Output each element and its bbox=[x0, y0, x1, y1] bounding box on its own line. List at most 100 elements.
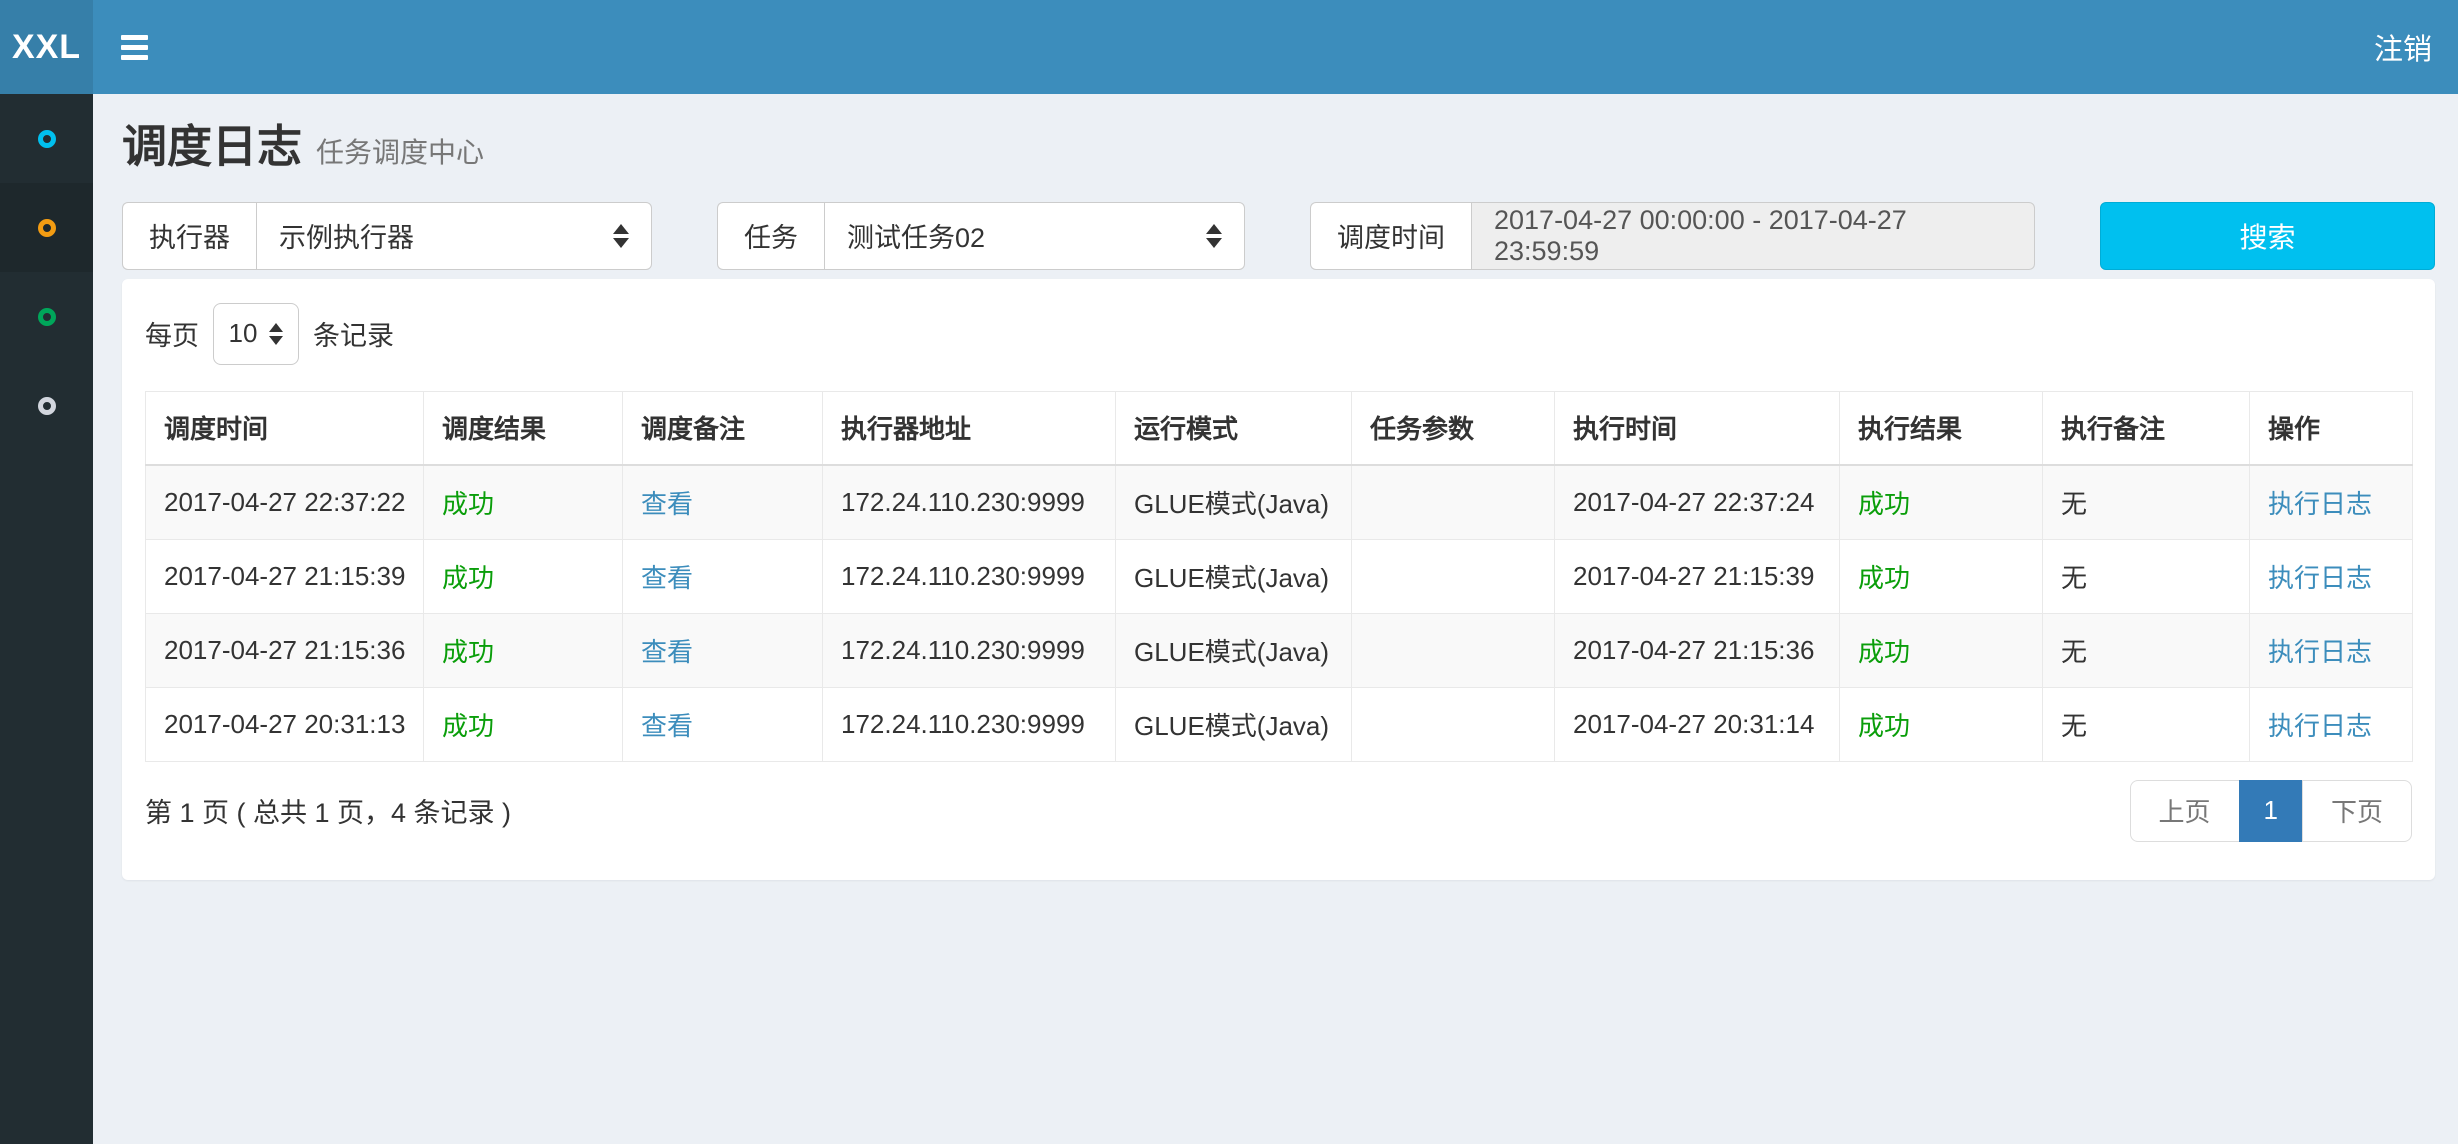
page-size-row: 每页 10 条记录 bbox=[145, 303, 2412, 365]
app-logo-text: XXL bbox=[12, 28, 81, 67]
cell-job-param bbox=[1352, 687, 1555, 761]
cell-handle-result: 成功 bbox=[1840, 687, 2043, 761]
sidebar-item-2-active[interactable] bbox=[0, 183, 93, 272]
col-handle-time: 执行时间 bbox=[1555, 391, 1840, 465]
cell-handle-result: 成功 bbox=[1840, 539, 2043, 613]
app-logo[interactable]: XXL bbox=[0, 0, 93, 94]
page-size-suffix: 条记录 bbox=[313, 314, 394, 353]
col-handle-msg: 执行备注 bbox=[2043, 391, 2250, 465]
log-list-panel: 每页 10 条记录 调度时间 调度结果 调度备注 执行器地址 运行模式 任务参数 bbox=[122, 279, 2435, 880]
col-trigger-result: 调度结果 bbox=[424, 391, 623, 465]
table-header-row: 调度时间 调度结果 调度备注 执行器地址 运行模式 任务参数 执行时间 执行结果… bbox=[146, 391, 2413, 465]
page-size-select[interactable]: 10 bbox=[213, 303, 299, 365]
cell-handle-time: 2017-04-27 21:15:39 bbox=[1555, 539, 1840, 613]
search-button[interactable]: 搜索 bbox=[2100, 202, 2435, 270]
cell-job-param bbox=[1352, 465, 1555, 539]
sidebar-toggle-button[interactable] bbox=[93, 0, 175, 94]
main-content: 调度日志任务调度中心 执行器 示例执行器 任务 测试任务02 调度时间 2017… bbox=[93, 94, 2458, 1144]
view-trigger-msg-link[interactable]: 查看 bbox=[641, 711, 693, 741]
executor-select[interactable]: 示例执行器 bbox=[256, 202, 652, 270]
col-handle-result: 执行结果 bbox=[1840, 391, 2043, 465]
exec-log-link[interactable]: 执行日志 bbox=[2268, 637, 2372, 667]
cell-handle-time: 2017-04-27 20:31:14 bbox=[1555, 687, 1840, 761]
col-trigger-time: 调度时间 bbox=[146, 391, 424, 465]
col-action: 操作 bbox=[2250, 391, 2413, 465]
cell-job-param bbox=[1352, 613, 1555, 687]
pagination: 上页 1 下页 bbox=[2130, 780, 2413, 842]
cell-handle-time: 2017-04-27 21:15:36 bbox=[1555, 613, 1840, 687]
cell-run-mode: GLUE模式(Java) bbox=[1116, 465, 1352, 539]
table-row: 2017-04-27 22:37:22 成功 查看 172.24.110.230… bbox=[146, 465, 2413, 539]
cell-run-mode: GLUE模式(Java) bbox=[1116, 613, 1352, 687]
table-row: 2017-04-27 21:15:36 成功 查看 172.24.110.230… bbox=[146, 613, 2413, 687]
sidebar-item-4[interactable] bbox=[0, 361, 93, 450]
schedule-time-label: 调度时间 bbox=[1310, 202, 1471, 270]
table-row: 2017-04-27 20:31:13 成功 查看 172.24.110.230… bbox=[146, 687, 2413, 761]
cell-executor-address: 172.24.110.230:9999 bbox=[823, 687, 1116, 761]
cell-trigger-result: 成功 bbox=[424, 465, 623, 539]
exec-log-link[interactable]: 执行日志 bbox=[2268, 563, 2372, 593]
next-page-button[interactable]: 下页 bbox=[2302, 780, 2412, 842]
top-navbar: XXL 注销 bbox=[0, 0, 2458, 94]
col-trigger-msg: 调度备注 bbox=[623, 391, 823, 465]
job-filter-label: 任务 bbox=[717, 202, 824, 270]
select-arrows-icon bbox=[1206, 224, 1222, 248]
hamburger-icon bbox=[121, 35, 148, 60]
cell-trigger-result: 成功 bbox=[424, 687, 623, 761]
col-run-mode: 运行模式 bbox=[1116, 391, 1352, 465]
schedule-time-value: 2017-04-27 00:00:00 - 2017-04-27 23:59:5… bbox=[1494, 205, 2012, 267]
col-executor-address: 执行器地址 bbox=[823, 391, 1116, 465]
cell-handle-result: 成功 bbox=[1840, 465, 2043, 539]
circle-o-icon bbox=[38, 130, 56, 148]
page-title: 调度日志 bbox=[122, 121, 302, 172]
cell-handle-msg: 无 bbox=[2043, 465, 2250, 539]
circle-o-icon bbox=[38, 219, 56, 237]
table-footer: 第 1 页 ( 总共 1 页，4 条记录 ) 上页 1 下页 bbox=[145, 780, 2412, 842]
cell-trigger-result: 成功 bbox=[424, 539, 623, 613]
dispatch-log-table: 调度时间 调度结果 调度备注 执行器地址 运行模式 任务参数 执行时间 执行结果… bbox=[145, 391, 2413, 762]
job-select[interactable]: 测试任务02 bbox=[824, 202, 1245, 270]
cell-executor-address: 172.24.110.230:9999 bbox=[823, 613, 1116, 687]
job-select-value: 测试任务02 bbox=[847, 216, 985, 255]
prev-page-button[interactable]: 上页 bbox=[2130, 780, 2240, 842]
pagination-summary: 第 1 页 ( 总共 1 页，4 条记录 ) bbox=[145, 791, 511, 830]
circle-o-icon bbox=[38, 397, 56, 415]
logout-link[interactable]: 注销 bbox=[2348, 0, 2458, 94]
executor-filter-label: 执行器 bbox=[122, 202, 256, 270]
cell-handle-time: 2017-04-27 22:37:24 bbox=[1555, 465, 1840, 539]
cell-job-param bbox=[1352, 539, 1555, 613]
view-trigger-msg-link[interactable]: 查看 bbox=[641, 489, 693, 519]
select-arrows-icon bbox=[613, 224, 629, 248]
cell-run-mode: GLUE模式(Java) bbox=[1116, 687, 1352, 761]
page-header: 调度日志任务调度中心 bbox=[93, 94, 2458, 172]
schedule-time-input[interactable]: 2017-04-27 00:00:00 - 2017-04-27 23:59:5… bbox=[1471, 202, 2035, 270]
page-size-prefix: 每页 bbox=[145, 314, 199, 353]
navbar-spacer bbox=[175, 0, 2348, 94]
cell-run-mode: GLUE模式(Java) bbox=[1116, 539, 1352, 613]
view-trigger-msg-link[interactable]: 查看 bbox=[641, 563, 693, 593]
cell-executor-address: 172.24.110.230:9999 bbox=[823, 465, 1116, 539]
sidebar-item-1[interactable] bbox=[0, 94, 93, 183]
executor-filter-group: 执行器 示例执行器 bbox=[122, 202, 652, 270]
sidebar bbox=[0, 94, 93, 1144]
current-page-button[interactable]: 1 bbox=[2239, 780, 2303, 842]
col-job-param: 任务参数 bbox=[1352, 391, 1555, 465]
schedule-time-filter-group: 调度时间 2017-04-27 00:00:00 - 2017-04-27 23… bbox=[1310, 202, 2035, 270]
cell-handle-msg: 无 bbox=[2043, 687, 2250, 761]
page-size-value: 10 bbox=[229, 318, 258, 349]
cell-trigger-time: 2017-04-27 21:15:39 bbox=[146, 539, 424, 613]
exec-log-link[interactable]: 执行日志 bbox=[2268, 489, 2372, 519]
cell-handle-result: 成功 bbox=[1840, 613, 2043, 687]
table-row: 2017-04-27 21:15:39 成功 查看 172.24.110.230… bbox=[146, 539, 2413, 613]
select-arrows-icon bbox=[269, 323, 283, 345]
sidebar-item-3[interactable] bbox=[0, 272, 93, 361]
circle-o-icon bbox=[38, 308, 56, 326]
cell-executor-address: 172.24.110.230:9999 bbox=[823, 539, 1116, 613]
exec-log-link[interactable]: 执行日志 bbox=[2268, 711, 2372, 741]
cell-trigger-result: 成功 bbox=[424, 613, 623, 687]
page-subtitle: 任务调度中心 bbox=[316, 137, 484, 168]
view-trigger-msg-link[interactable]: 查看 bbox=[641, 637, 693, 667]
cell-trigger-time: 2017-04-27 22:37:22 bbox=[146, 465, 424, 539]
cell-handle-msg: 无 bbox=[2043, 613, 2250, 687]
executor-select-value: 示例执行器 bbox=[279, 216, 414, 255]
